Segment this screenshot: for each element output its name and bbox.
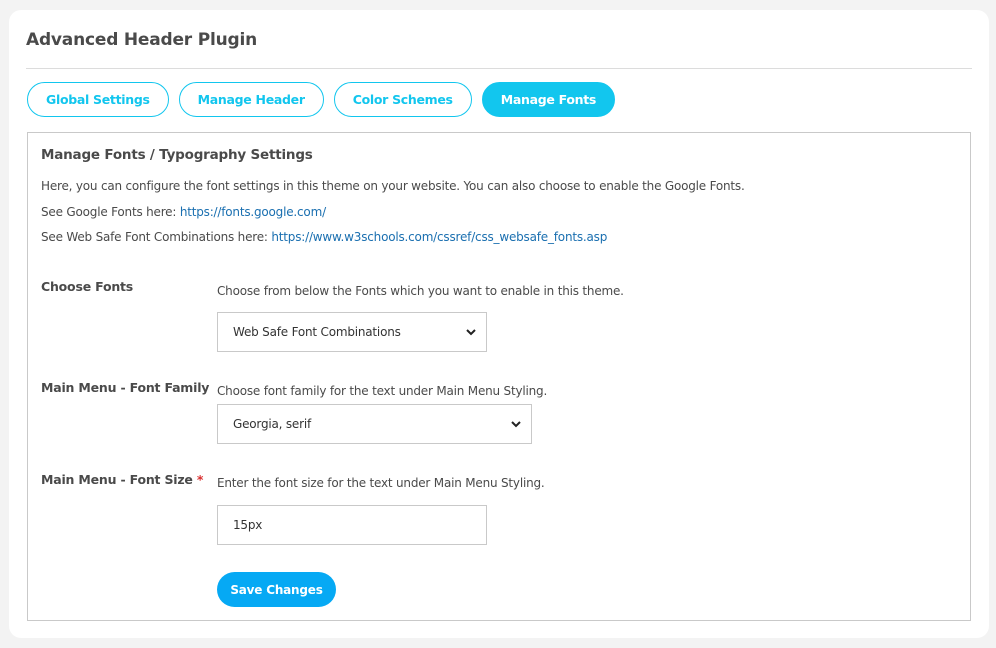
font-size-help: Enter the font size for the text under M… [217,476,545,490]
save-changes-button[interactable]: Save Changes [217,572,336,607]
panel-title: Manage Fonts / Typography Settings [41,147,313,163]
fonts-panel: Manage Fonts / Typography Settings Here,… [27,132,971,621]
tab-global-settings[interactable]: Global Settings [27,82,169,117]
tab-manage-fonts[interactable]: Manage Fonts [481,82,616,117]
choose-fonts-select[interactable]: Web Safe Font Combinations [217,312,487,352]
font-family-select[interactable]: Georgia, serif [217,404,532,444]
websafe-fonts-line: See Web Safe Font Combinations here: htt… [41,230,607,244]
tab-bar: Global Settings Manage Header Color Sche… [27,82,616,117]
tab-manage-header[interactable]: Manage Header [178,82,324,117]
google-fonts-prefix: See Google Fonts here: [41,205,180,219]
chevron-down-icon [466,329,476,336]
font-size-input[interactable]: 15px [217,505,487,545]
title-divider [26,68,972,69]
websafe-fonts-link[interactable]: https://www.w3schools.com/cssref/css_web… [271,230,607,244]
websafe-prefix: See Web Safe Font Combinations here: [41,230,272,244]
choose-fonts-label: Choose Fonts [41,279,134,294]
settings-card: Advanced Header Plugin Global Settings M… [9,10,989,638]
google-fonts-line: See Google Fonts here: https://fonts.goo… [41,205,326,219]
google-fonts-link[interactable]: https://fonts.google.com/ [180,205,326,219]
font-family-help: Choose font family for the text under Ma… [217,384,548,398]
chevron-down-icon [511,421,521,428]
font-size-label-text: Main Menu - Font Size [41,472,193,487]
page-title: Advanced Header Plugin [26,30,257,50]
intro-text: Here, you can configure the font setting… [41,179,745,193]
required-mark: * [196,472,204,487]
tab-color-schemes[interactable]: Color Schemes [333,82,472,117]
choose-fonts-value: Web Safe Font Combinations [233,325,401,339]
font-size-label: Main Menu - Font Size * [41,472,203,487]
font-size-value: 15px [233,518,263,532]
choose-fonts-help: Choose from below the Fonts which you wa… [217,284,624,298]
font-family-label: Main Menu - Font Family [41,380,210,395]
font-family-value: Georgia, serif [233,417,312,431]
